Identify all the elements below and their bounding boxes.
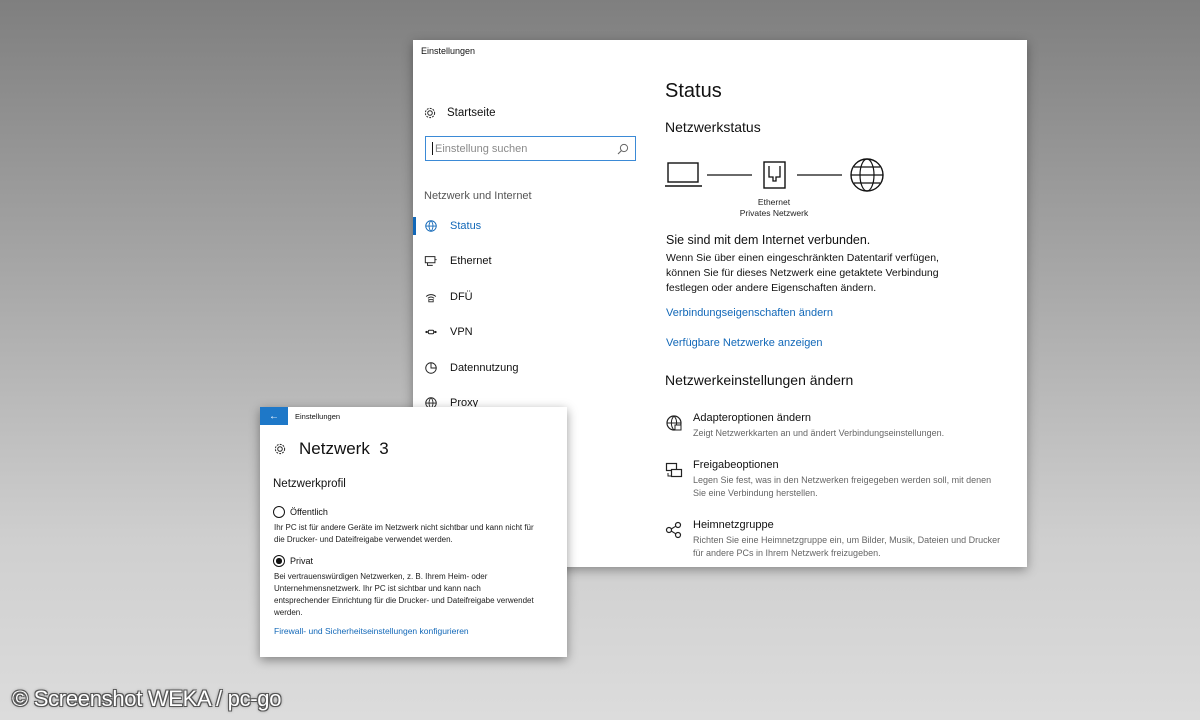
window-title: Einstellungen	[295, 411, 341, 421]
network-status-title: Netzwerkstatus	[665, 119, 761, 135]
option-title: Heimnetzgruppe	[693, 519, 774, 531]
gear-icon	[424, 107, 436, 119]
connection-status: Sie sind mit dem Internet verbunden.	[666, 233, 871, 247]
sidebar-item-dfue[interactable]: DFÜ	[413, 279, 651, 315]
section-title: Netzwerk und Internet	[424, 190, 532, 202]
gear-icon	[274, 443, 286, 455]
window-title: Einstellungen	[421, 46, 476, 56]
sharing-options[interactable]: Freigabeoptionen Legen Sie fest, was in …	[665, 459, 1005, 500]
adapter-icon	[666, 415, 682, 431]
radio-public-label: Öffentlich	[290, 507, 328, 517]
sidebar-nav: Status Ethernet DFÜ VPN Datennutzung Pro…	[413, 208, 651, 421]
sidebar-item-label: DFÜ	[450, 290, 473, 303]
adapter-options[interactable]: Adapteroptionen ändern Zeigt Netzwerkkar…	[665, 412, 1005, 440]
option-title: Freigabeoptionen	[693, 459, 779, 471]
network-header: Netzwerk 3	[273, 439, 389, 459]
sidebar-item-ethernet[interactable]: Ethernet	[413, 244, 651, 280]
network-name: Netzwerk 3	[299, 439, 389, 458]
available-networks-link[interactable]: Verfügbare Netzwerke anzeigen	[666, 337, 823, 349]
search-icon	[617, 143, 629, 154]
page-title: Status	[665, 80, 722, 102]
home-link[interactable]: Startseite	[423, 106, 496, 120]
back-button[interactable]: ←	[260, 407, 288, 425]
vpn-icon	[425, 330, 437, 335]
radio-private-indicator[interactable]	[273, 555, 285, 567]
copyright-watermark: © Screenshot WEKA / pc-go	[12, 686, 282, 711]
sidebar-item-label: Ethernet	[450, 255, 492, 268]
window-titlebar: ← Einstellungen	[260, 407, 567, 425]
homegroup-option[interactable]: Heimnetzgruppe Richten Sie eine Heimnetz…	[665, 519, 1005, 560]
sidebar-item-status[interactable]: Status	[413, 208, 651, 244]
radio-private-label: Privat	[290, 556, 314, 566]
option-description: Legen Sie fest, was in den Netzwerken fr…	[693, 475, 992, 498]
internet-globe-icon	[850, 158, 884, 192]
sidebar-item-vpn[interactable]: VPN	[413, 315, 651, 351]
content-pane: Status Netzwerkstatus Ethernet Privates …	[665, 62, 1017, 567]
connection-properties-link[interactable]: Verbindungseigenschaften ändern	[666, 307, 833, 319]
ethernet-port-icon	[763, 161, 786, 189]
sharing-icon	[665, 462, 683, 478]
laptop-icon	[665, 162, 702, 187]
radio-private[interactable]: Privat	[273, 555, 313, 567]
data-usage-icon	[425, 362, 437, 374]
public-description: Ihr PC ist für andere Geräte im Netzwerk…	[274, 523, 534, 544]
network-profile-window: ← Einstellungen Netzwerk 3 Netzwerkprofi…	[260, 407, 567, 657]
sidebar-item-datennutzung[interactable]: Datennutzung	[413, 350, 651, 386]
sidebar-item-label: VPN	[450, 326, 473, 339]
search-input[interactable]: Einstellung suchen	[425, 136, 636, 161]
sidebar-item-label: Datennutzung	[450, 361, 519, 374]
sidebar-item-label: Status	[450, 219, 482, 232]
change-settings-title: Netzwerkeinstellungen ändern	[665, 372, 854, 388]
option-description: Richten Sie eine Heimnetzgruppe ein, um …	[693, 535, 1001, 558]
adapter-label: Ethernet	[757, 197, 791, 207]
radio-public-indicator[interactable]	[273, 506, 285, 518]
network-diagram: Ethernet Privates Netzwerk	[665, 157, 895, 227]
status-globe-icon	[425, 220, 437, 232]
back-arrow-icon: ←	[269, 410, 279, 422]
firewall-settings-link[interactable]: Firewall- und Sicherheitseinstellungen k…	[274, 626, 469, 636]
ethernet-icon	[424, 256, 437, 267]
homegroup-icon	[665, 521, 682, 539]
profile-title: Netzwerkprofil	[273, 478, 346, 490]
option-title: Adapteroptionen ändern	[693, 412, 812, 424]
option-description: Zeigt Netzwerkkarten an und ändert Verbi…	[693, 428, 945, 438]
dialup-icon	[425, 293, 437, 302]
private-description: Bei vertrauenswürdigen Netzwerken, z. B.…	[274, 572, 534, 617]
text-cursor	[432, 142, 433, 155]
home-label: Startseite	[447, 107, 496, 119]
profile-label: Privates Netzwerk	[739, 208, 809, 218]
search-placeholder: Einstellung suchen	[435, 142, 528, 155]
metered-description: Wenn Sie über einen eingeschränkten Date…	[666, 252, 939, 294]
network-diagram-graphic	[665, 158, 884, 192]
radio-public[interactable]: Öffentlich	[273, 506, 328, 518]
